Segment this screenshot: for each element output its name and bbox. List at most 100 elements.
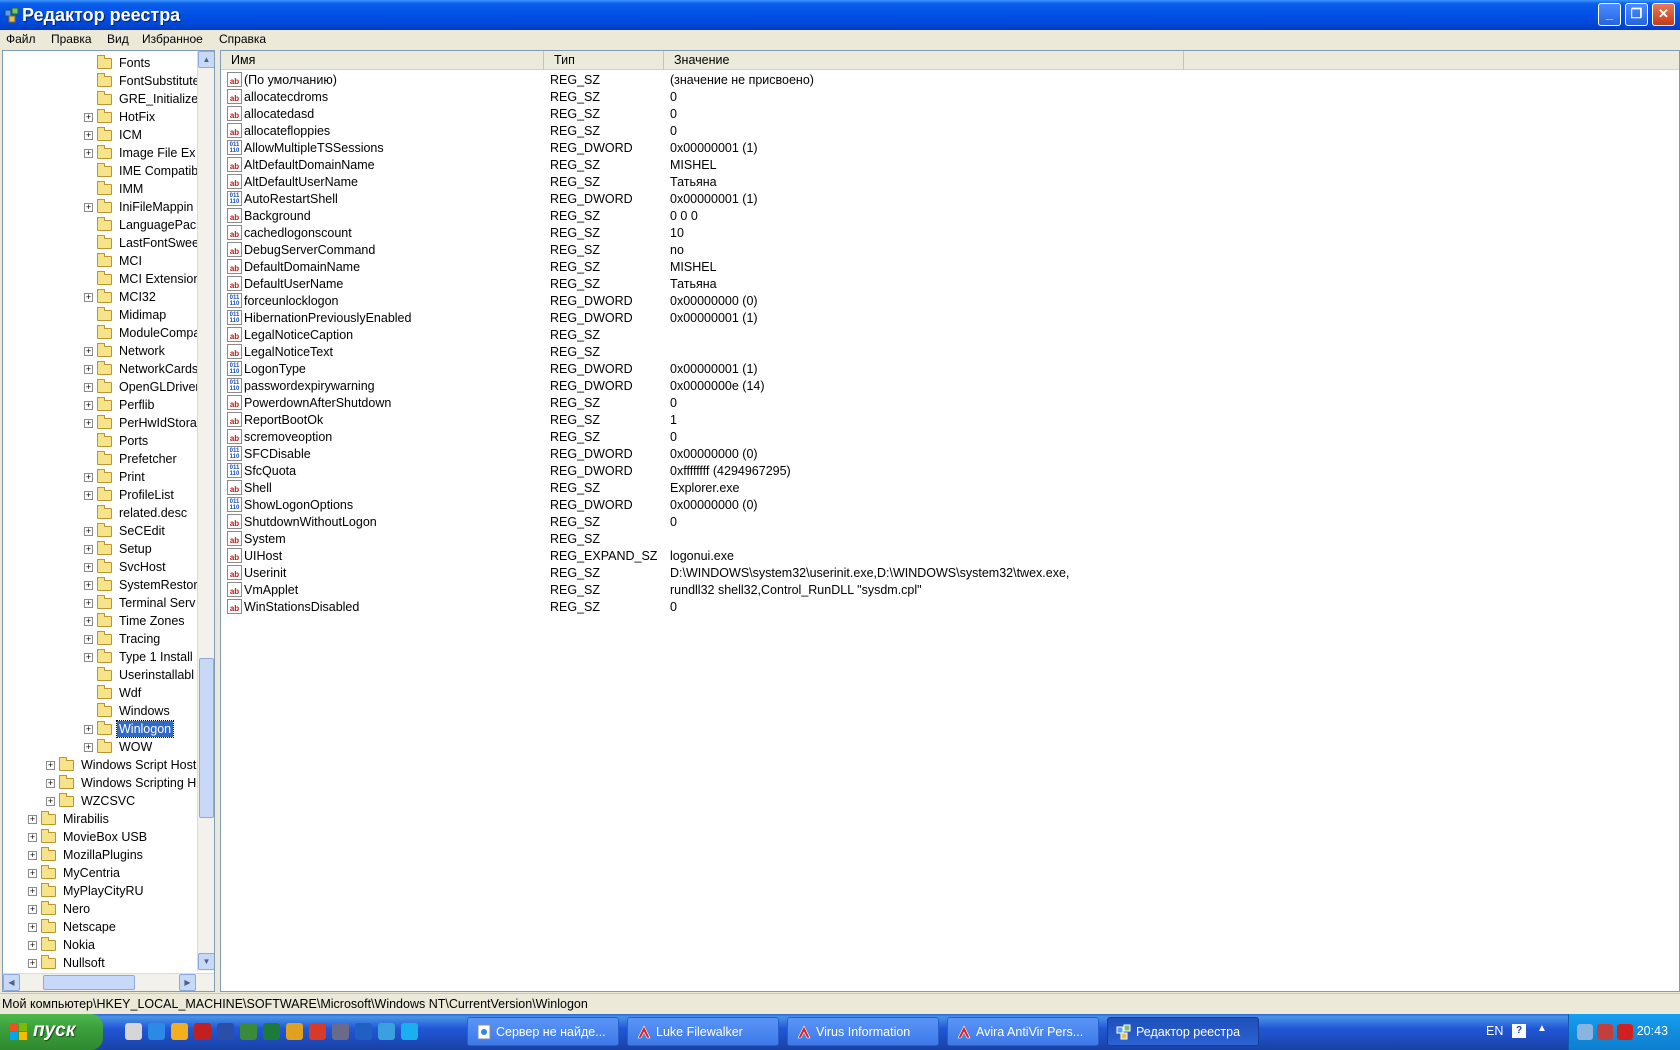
menu-edit[interactable]: Правка (51, 32, 92, 46)
expand-plus-icon[interactable]: + (84, 491, 93, 500)
scroll-left-arrow-icon[interactable]: ◀ (3, 974, 20, 991)
list-row[interactable]: ab WinStationsDisabled REG_SZ 0 (221, 599, 1679, 616)
tree-item[interactable]: IMM (3, 181, 197, 199)
quicklaunch-app-icon[interactable] (194, 1023, 211, 1040)
tree-item[interactable]: + Nokia (3, 937, 197, 955)
tree-item[interactable]: FontSubstitute (3, 73, 197, 91)
tree-item[interactable]: + WOW (3, 739, 197, 757)
title-bar[interactable]: Редактор реестра _ ❐ ✕ (0, 0, 1680, 30)
tree-item[interactable]: + Nullsoft (3, 955, 197, 971)
tree-item[interactable]: + Mirabilis (3, 811, 197, 829)
tree-item[interactable]: + Type 1 Install (3, 649, 197, 667)
list-row[interactable]: ab UIHost REG_EXPAND_SZ logonui.exe (221, 548, 1679, 565)
tree-horizontal-scrollbar[interactable]: ◀ ▶ (3, 973, 214, 991)
language-indicator[interactable]: EN (1486, 1024, 1503, 1038)
list-row[interactable]: ab DefaultDomainName REG_SZ MISHEL (221, 259, 1679, 276)
media-player-icon[interactable] (171, 1023, 188, 1040)
minimize-button[interactable]: _ (1598, 3, 1621, 26)
network-icon[interactable] (1577, 1024, 1593, 1040)
taskbar-button[interactable]: Редактор реестра (1107, 1017, 1259, 1046)
clock[interactable]: 20:43 (1637, 1024, 1668, 1038)
tree-item[interactable]: + OpenGLDriver (3, 379, 197, 397)
expand-plus-icon[interactable]: + (84, 581, 93, 590)
expand-plus-icon[interactable]: + (84, 203, 93, 212)
tree-item[interactable]: LanguagePack (3, 217, 197, 235)
tree-item[interactable]: + Nero (3, 901, 197, 919)
list-row[interactable]: ab allocatecdroms REG_SZ 0 (221, 89, 1679, 106)
list-row[interactable]: 011 110 ShowLogonOptions REG_DWORD 0x0000000… (221, 497, 1679, 514)
column-header-name[interactable]: Имя (221, 51, 544, 70)
tree-item[interactable]: + Network (3, 343, 197, 361)
tree-item[interactable]: + Image File Ex (3, 145, 197, 163)
list-row[interactable]: ab allocatedasd REG_SZ 0 (221, 106, 1679, 123)
list-row[interactable]: 011 110 AutoRestartShell REG_DWORD 0x0000000… (221, 191, 1679, 208)
tree-item[interactable]: + SeCEdit (3, 523, 197, 541)
expand-plus-icon[interactable]: + (28, 851, 37, 860)
tree-item[interactable]: + HotFix (3, 109, 197, 127)
expand-plus-icon[interactable]: + (84, 293, 93, 302)
tray-app-icon[interactable] (1597, 1024, 1613, 1040)
list-row[interactable]: ab allocatefloppies REG_SZ 0 (221, 123, 1679, 140)
skype-icon[interactable] (401, 1023, 418, 1040)
expand-plus-icon[interactable]: + (28, 941, 37, 950)
tree-item[interactable]: + Tracing (3, 631, 197, 649)
expand-plus-icon[interactable]: + (28, 887, 37, 896)
registry-tree[interactable]: Fonts FontSubstitute GRE_Initialize + HotFix… (2, 50, 215, 992)
taskbar-button[interactable]: Virus Information (787, 1017, 939, 1046)
column-header-type[interactable]: Тип (544, 51, 664, 70)
tree-item[interactable]: IME Compatib (3, 163, 197, 181)
expand-plus-icon[interactable]: + (84, 113, 93, 122)
tree-item[interactable]: + IniFileMappin (3, 199, 197, 217)
show-desktop-icon[interactable] (125, 1023, 142, 1040)
expand-plus-icon[interactable]: + (46, 797, 55, 806)
column-header-value[interactable]: Значение (664, 51, 1184, 70)
tree-item[interactable]: + MyPlayCityRU (3, 883, 197, 901)
tree-scroll-thumb[interactable] (199, 658, 214, 818)
tree-item[interactable]: Wdf (3, 685, 197, 703)
list-row[interactable]: ab LegalNoticeCaption REG_SZ (221, 327, 1679, 344)
tree-item[interactable]: MCI Extension (3, 271, 197, 289)
values-list[interactable]: Имя Тип Значение ab (По умолчанию) REG_SZ(… (220, 50, 1680, 992)
expand-plus-icon[interactable]: + (84, 131, 93, 140)
tree-item[interactable]: Windows (3, 703, 197, 721)
list-row[interactable]: ab VmApplet REG_SZ rundll32 shell32,Control… (221, 582, 1679, 599)
tree-item[interactable]: + SvcHost (3, 559, 197, 577)
quicklaunch-app-icon[interactable] (332, 1023, 349, 1040)
tree-item[interactable]: + Winlogon (3, 720, 197, 739)
scroll-down-arrow-icon[interactable]: ▼ (198, 953, 214, 970)
expand-plus-icon[interactable]: + (84, 347, 93, 356)
word-icon[interactable] (217, 1023, 234, 1040)
list-row[interactable]: ab scremoveoption REG_SZ 0 (221, 429, 1679, 446)
expand-plus-icon[interactable]: + (28, 905, 37, 914)
tree-item[interactable]: GRE_Initialize (3, 91, 197, 109)
list-row[interactable]: ab Shell REG_SZ Explorer.exe (221, 480, 1679, 497)
expand-plus-icon[interactable]: + (84, 527, 93, 536)
list-row[interactable]: ab AltDefaultUserName REG_SZ Татьяна (221, 174, 1679, 191)
maximize-button[interactable]: ❐ (1625, 3, 1648, 26)
list-row[interactable]: ab LegalNoticeText REG_SZ (221, 344, 1679, 361)
bluetooth-icon[interactable] (355, 1023, 372, 1040)
tree-item[interactable]: MCI (3, 253, 197, 271)
tree-item[interactable]: Fonts (3, 55, 197, 73)
list-row[interactable]: 011 110 AllowMultipleTSSessions REG_DWORD 0x… (221, 140, 1679, 157)
tree-item[interactable]: + SystemRestor (3, 577, 197, 595)
language-bar[interactable]: EN ? ▲ (1480, 1014, 1568, 1050)
tree-item[interactable]: + Print (3, 469, 197, 487)
expand-plus-icon[interactable]: + (84, 743, 93, 752)
taskbar-button[interactable]: Luke Filewalker (627, 1017, 779, 1046)
tree-hscroll-thumb[interactable] (43, 975, 135, 990)
tree-item[interactable]: + MCI32 (3, 289, 197, 307)
expand-plus-icon[interactable]: + (84, 383, 93, 392)
close-button[interactable]: ✕ (1652, 3, 1675, 26)
list-row[interactable]: ab System REG_SZ (221, 531, 1679, 548)
expand-plus-icon[interactable]: + (46, 779, 55, 788)
expand-plus-icon[interactable]: + (84, 365, 93, 374)
tree-item[interactable]: LastFontSwee (3, 235, 197, 253)
expand-plus-icon[interactable]: + (46, 761, 55, 770)
expand-plus-icon[interactable]: + (84, 401, 93, 410)
tree-item[interactable]: + ICM (3, 127, 197, 145)
menu-help[interactable]: Справка (219, 32, 266, 46)
quicklaunch-app-icon[interactable] (378, 1023, 395, 1040)
expand-plus-icon[interactable]: + (28, 815, 37, 824)
list-row[interactable]: ab ReportBootOk REG_SZ 1 (221, 412, 1679, 429)
